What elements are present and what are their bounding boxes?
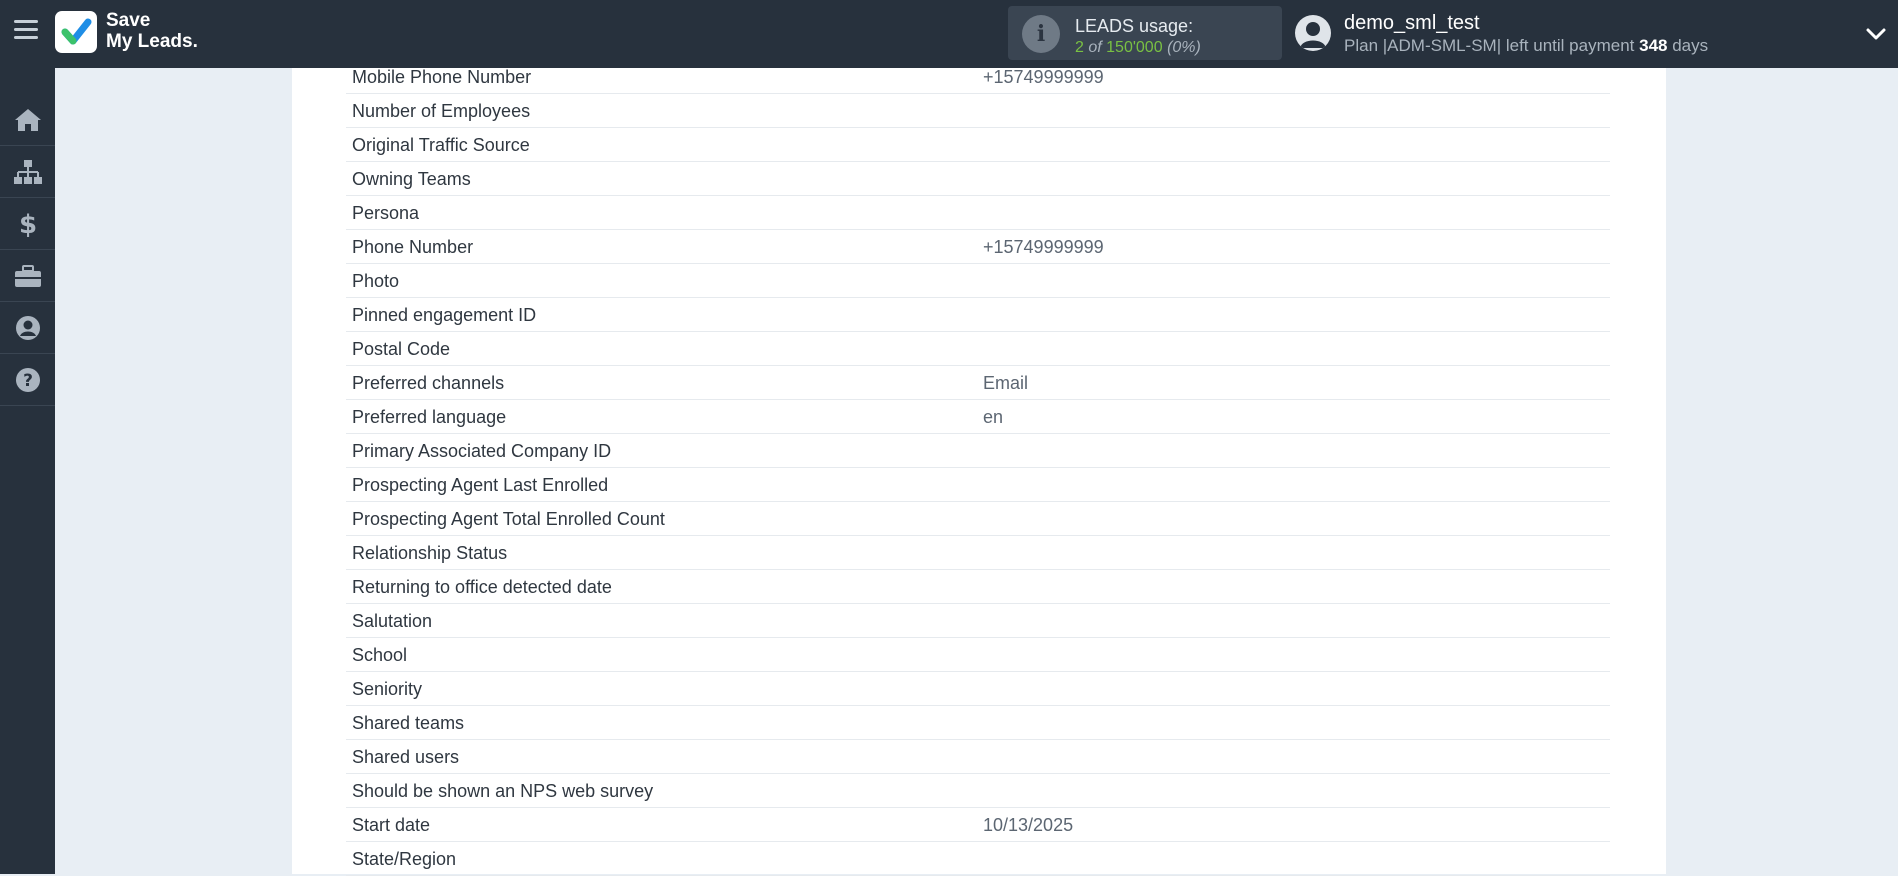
- usage-used: 2: [1075, 39, 1084, 56]
- table-row: Postal Code: [346, 332, 1610, 366]
- field-label: Should be shown an NPS web survey: [352, 781, 654, 801]
- field-label: Preferred channels: [352, 373, 505, 393]
- svg-text:?: ?: [23, 371, 33, 391]
- table-row: Shared users: [346, 740, 1610, 774]
- field-value: 10/13/2025: [983, 815, 1074, 835]
- field-label: Photo: [352, 271, 400, 291]
- user-plan: Plan |ADM-SML-SM| left until payment 348…: [1344, 36, 1708, 56]
- field-label: Shared teams: [352, 713, 465, 733]
- table-row: Photo: [346, 264, 1610, 298]
- field-label: Original Traffic Source: [352, 135, 530, 155]
- table-row: Preferred channels Email: [346, 366, 1610, 400]
- logo-line1: Save: [106, 10, 151, 31]
- field-value: en: [983, 407, 1004, 427]
- field-value: Email: [983, 373, 1029, 393]
- sidebar: $ ?: [0, 68, 55, 874]
- field-label: Pinned engagement ID: [352, 305, 537, 325]
- field-label: Shared users: [352, 747, 460, 767]
- field-label: Salutation: [352, 611, 433, 631]
- field-label: Postal Code: [352, 339, 451, 359]
- table-row: Relationship Status: [346, 536, 1610, 570]
- sidebar-item-account[interactable]: [0, 302, 55, 354]
- table-row: Owning Teams: [346, 162, 1610, 196]
- question-circle-icon: ?: [15, 367, 40, 392]
- table-row: Number of Employees: [346, 94, 1610, 128]
- field-label: Prospecting Agent Last Enrolled: [352, 475, 609, 495]
- table-row: Original Traffic Source: [346, 128, 1610, 162]
- usage-count: 2 of 150'000 (0%): [1075, 39, 1201, 57]
- chevron-down-icon[interactable]: [1864, 22, 1888, 46]
- table-row: Salutation: [346, 604, 1610, 638]
- table-row: State/Region: [346, 842, 1610, 876]
- plan-days-suffix: days: [1672, 36, 1709, 55]
- field-label: Primary Associated Company ID: [352, 441, 612, 461]
- field-label: State/Region: [352, 849, 457, 869]
- field-label: Returning to office detected date: [352, 577, 612, 597]
- sidebar-item-help[interactable]: ?: [0, 354, 55, 406]
- field-label: Relationship Status: [352, 543, 508, 563]
- svg-text:$: $: [18, 210, 36, 238]
- usage-title: LEADS usage:: [1075, 16, 1194, 36]
- table-row: Returning to office detected date: [346, 570, 1610, 604]
- field-label: Number of Employees: [352, 101, 531, 121]
- table-row: School: [346, 638, 1610, 672]
- table-row: Shared teams: [346, 706, 1610, 740]
- field-table: Mobile Phone Number +15749999999 Number of…: [346, 60, 1610, 876]
- sidebar-item-portfolio[interactable]: [0, 250, 55, 302]
- plan-days: 348: [1639, 36, 1668, 55]
- user-circle-icon: [15, 315, 40, 340]
- dollar-icon: $: [18, 210, 36, 238]
- table-row: Prospecting Agent Total Enrolled Count: [346, 502, 1610, 536]
- menu-icon[interactable]: [14, 20, 38, 42]
- field-label: Preferred language: [352, 407, 507, 427]
- field-label: Mobile Phone Number: [352, 67, 532, 87]
- field-label: Phone Number: [352, 237, 474, 257]
- table-row: Seniority: [346, 672, 1610, 706]
- leads-usage-box: i LEADS usage: 2 of 150'000 (0%): [1008, 6, 1282, 60]
- field-label: School: [352, 645, 408, 665]
- info-icon: i: [1022, 15, 1060, 53]
- table-row: Start date 10/13/2025: [346, 808, 1610, 842]
- field-value: +15749999999: [983, 67, 1104, 87]
- usage-of: of: [1088, 39, 1102, 56]
- sidebar-item-connections[interactable]: [0, 146, 55, 198]
- table-row: Primary Associated Company ID: [346, 434, 1610, 468]
- user-name[interactable]: demo_sml_test: [1344, 12, 1480, 35]
- usage-percent: (0%): [1167, 39, 1201, 56]
- sidebar-item-billing[interactable]: $: [0, 198, 55, 250]
- table-row: Prospecting Agent Last Enrolled: [346, 468, 1610, 502]
- plan-prefix: Plan |ADM-SML-SM| left until payment: [1344, 36, 1635, 55]
- table-row: Pinned engagement ID: [346, 298, 1610, 332]
- top-bar: Save My Leads. i LEADS usage: 2 of 150'0…: [0, 0, 1898, 68]
- field-label: Start date: [352, 815, 431, 835]
- table-row: Should be shown an NPS web survey: [346, 774, 1610, 808]
- logo-text[interactable]: Save My Leads.: [106, 10, 198, 52]
- field-label: Persona: [352, 203, 420, 223]
- field-label: Prospecting Agent Total Enrolled Count: [352, 509, 665, 529]
- sitemap-icon: [13, 159, 42, 184]
- table-row: Mobile Phone Number +15749999999: [346, 60, 1610, 94]
- avatar[interactable]: [1295, 15, 1331, 51]
- logo-icon[interactable]: [55, 11, 97, 53]
- briefcase-icon: [14, 264, 41, 287]
- field-label: Owning Teams: [352, 169, 471, 189]
- table-row: Persona: [346, 196, 1610, 230]
- field-label: Seniority: [352, 679, 423, 699]
- usage-limit: 150'000: [1106, 39, 1163, 56]
- field-value: +15749999999: [983, 237, 1104, 257]
- table-row: Preferred language en: [346, 400, 1610, 434]
- home-icon: [14, 108, 41, 131]
- table-row: Phone Number +15749999999: [346, 230, 1610, 264]
- logo-line2: My Leads.: [106, 31, 198, 52]
- sidebar-item-home[interactable]: [0, 94, 55, 146]
